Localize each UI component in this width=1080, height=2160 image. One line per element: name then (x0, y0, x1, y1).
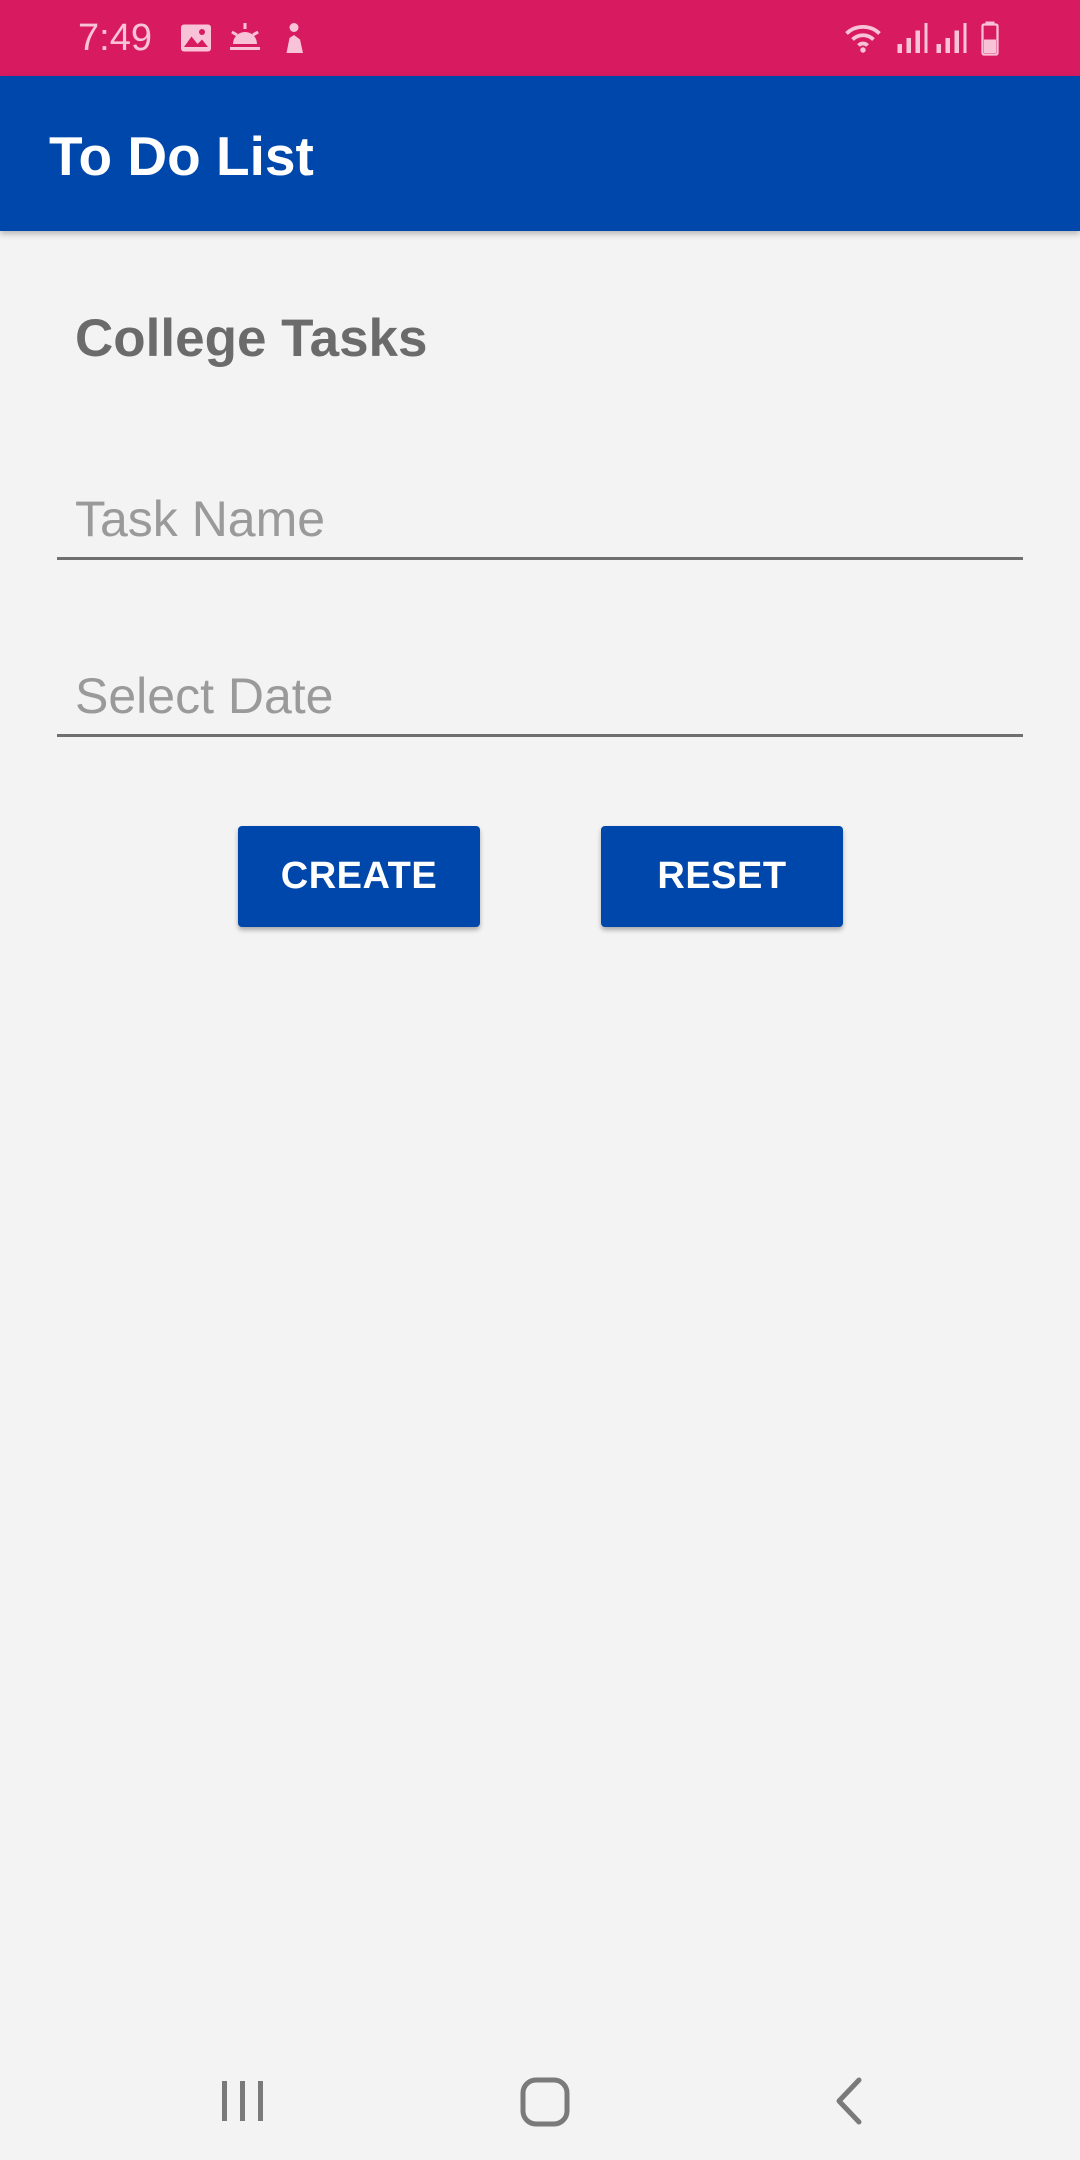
person-icon (276, 20, 312, 56)
select-date-input[interactable] (57, 657, 1023, 737)
wifi-icon (842, 20, 884, 56)
signal-icon (893, 20, 929, 56)
page-title: College Tasks (75, 309, 428, 368)
navigation-bar (0, 2040, 1080, 2160)
back-icon[interactable] (815, 2066, 885, 2136)
sunrise-icon (227, 20, 263, 56)
home-icon[interactable] (510, 2066, 580, 2136)
signal-icon (932, 20, 968, 56)
task-name-input[interactable] (57, 480, 1023, 560)
create-button[interactable]: CREATE (238, 826, 480, 927)
app-title: To Do List (49, 125, 314, 187)
app-bar: To Do List (0, 76, 1080, 231)
screen: 7:49 To Do List College Tasks CREATE RES… (0, 0, 1080, 2160)
recents-icon[interactable] (208, 2066, 278, 2136)
status-time: 7:49 (78, 17, 152, 59)
reset-button[interactable]: RESET (601, 826, 843, 927)
battery-icon (978, 20, 1002, 56)
image-icon (178, 20, 214, 56)
status-bar: 7:49 (0, 0, 1080, 76)
